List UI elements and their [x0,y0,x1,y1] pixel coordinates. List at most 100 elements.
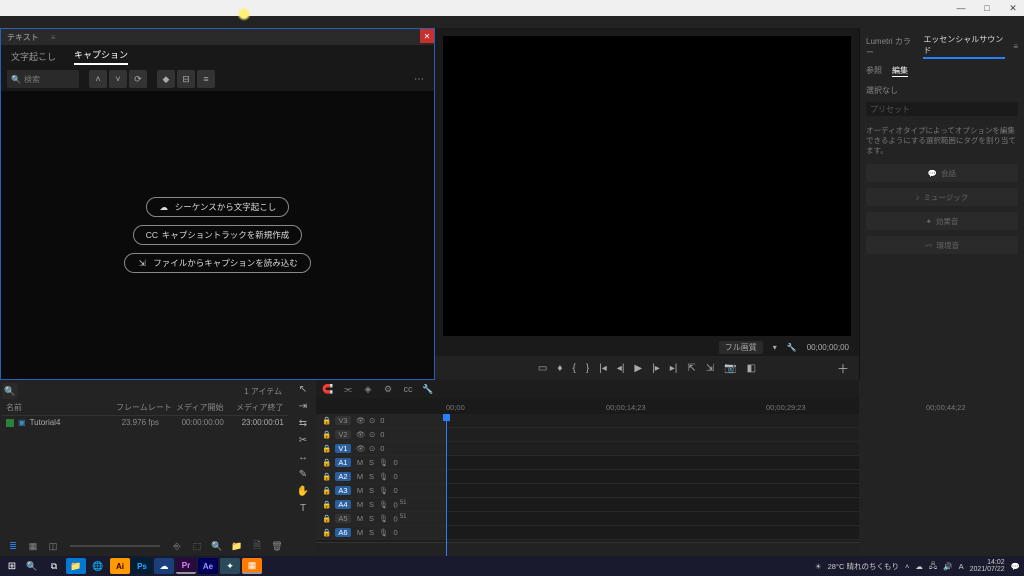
panel-menu-icon[interactable]: ≡ [1013,42,1018,51]
icon-view-icon[interactable]: ▦ [26,540,40,552]
eye-icon[interactable]: 👁 [356,416,364,425]
preset-select[interactable]: プリセット [866,102,1018,116]
goto-in-icon[interactable]: |◂ [599,363,607,374]
subtab-edit[interactable]: 編集 [892,65,908,77]
panel-menu-icon[interactable]: ≡ [51,33,56,42]
task-view-icon[interactable]: ⧉ [44,558,64,574]
marker-icon[interactable]: ▭ [538,363,547,374]
wrench-icon[interactable]: 🔧 [787,343,797,352]
maximize-button[interactable]: □ [980,2,994,14]
zoom-slider[interactable] [70,545,160,547]
track-v2[interactable]: 🔒V2👁⊙0 [316,428,859,442]
slip-tool-icon[interactable]: ↔ [298,452,308,463]
music-button[interactable]: ♪ミュージック [866,188,1018,206]
compare-icon[interactable]: ◧ [747,363,756,374]
snap-icon[interactable]: 🧲 [322,384,334,395]
track-a6[interactable]: 🔒A6MS🎙0 [316,526,859,540]
pen-tool-icon[interactable]: ✎ [299,469,307,480]
extract-icon[interactable]: ⇲ [706,363,714,374]
program-timecode[interactable]: 00;00;00;00 [807,343,849,352]
chrome-icon[interactable]: 🌐 [88,558,108,574]
step-fwd-icon[interactable]: |▸ [652,363,660,374]
sync-icon[interactable]: ⊙ [369,416,375,425]
auto-sequence-icon[interactable]: ⬚ [190,540,204,552]
lock-icon[interactable]: 🔒 [322,416,330,425]
clock[interactable]: 14:02 2021/07/22 [970,559,1005,573]
out-point-icon[interactable]: } [586,363,589,374]
weather-icon[interactable]: ☀ [815,562,822,571]
type-tool-icon[interactable]: T [300,503,306,514]
new-caption-track-button[interactable]: CC キャプショントラックを新規作成 [133,225,303,245]
cloud-sync-icon[interactable]: ☁ [915,562,923,571]
trash-icon[interactable]: 🗑 [270,540,284,552]
photoshop-icon[interactable]: Ps [132,558,152,574]
minimize-button[interactable]: — [954,2,968,14]
app-icon[interactable]: ✦ [220,558,240,574]
creative-cloud-icon[interactable]: ☁ [154,558,174,574]
app-menubar[interactable] [0,16,1024,28]
add-marker-icon[interactable]: ♦ [557,363,562,374]
volume-icon[interactable]: 🔊 [943,562,952,571]
transcribe-sequence-button[interactable]: ☁ シーケンスから文字起こし [146,197,290,217]
refresh-button[interactable]: ⟳ [129,70,147,88]
close-button[interactable]: ✕ [1006,2,1020,14]
more-options-button[interactable]: ⋯ [410,74,428,85]
playhead[interactable] [446,414,447,574]
illustrator-icon[interactable]: Ai [110,558,130,574]
subtab-browse[interactable]: 参照 [866,65,882,77]
export-frame-icon[interactable]: 📷 [724,363,736,374]
panel-close-button[interactable]: ✕ [420,29,434,43]
track-a1[interactable]: 🔒A1MS🎙0 [316,456,859,470]
play-icon[interactable]: ▶ [634,363,642,374]
prev-button[interactable]: ˄ [89,70,107,88]
selection-tool-icon[interactable]: ↖ [299,384,307,395]
time-ruler[interactable]: 00;00 00;00;14;23 00;00;29;23 00;00;44;2… [316,398,859,414]
ime-icon[interactable]: A [959,562,964,571]
tab-transcribe[interactable]: 文字起こし [11,50,56,63]
lift-icon[interactable]: ⇱ [687,363,695,374]
app-icon-2[interactable]: ▦ [242,558,262,574]
new-bin-icon[interactable]: 📁 [230,540,244,552]
tab-essential-sound[interactable]: エッセンシャルサウンド [923,34,1005,59]
marker-icon[interactable]: ◈ [362,384,374,395]
display-quality-select[interactable]: フル画質 [719,341,763,354]
find-icon[interactable]: 🔍 [210,540,224,552]
timeline-scrollbar[interactable] [316,542,859,556]
button-editor-icon[interactable]: ＋ [837,360,849,377]
list-view-icon[interactable]: ≣ [6,540,20,552]
track-select-tool-icon[interactable]: ⇥ [299,401,307,412]
new-item-icon[interactable]: 🗎 [250,540,264,552]
add-caption-button[interactable]: ◆ [157,70,175,88]
ripple-tool-icon[interactable]: ⇆ [299,418,307,429]
program-view[interactable] [443,36,851,336]
cc-icon[interactable]: cc [402,384,414,394]
start-button[interactable]: ⊞ [4,558,20,574]
chevron-up-icon[interactable]: ˄ [905,562,909,571]
linked-icon[interactable]: ⫘ [342,384,354,395]
razor-tool-icon[interactable]: ✂ [299,435,307,446]
search-icon[interactable]: 🔍 [2,383,18,399]
premiere-icon[interactable]: Pr [176,558,196,574]
ambience-button[interactable]: 〰環境音 [866,236,1018,254]
sort-icon[interactable]: ⎆ [170,540,184,552]
track-a4[interactable]: 🔒A4MS🎙0 51 [316,498,859,512]
search-taskbar-icon[interactable]: 🔍 [22,558,42,574]
next-button[interactable]: ˅ [109,70,127,88]
project-item[interactable]: ▣ Tutorial4 23.976 fps 00:00:00:00 23:00… [2,416,288,429]
track-a5[interactable]: 🔒A5MS🎙0 51 [316,512,859,526]
track-v1[interactable]: 🔒V1👁⊙0 [316,442,859,456]
wrench-icon[interactable]: 🔧 [422,384,434,395]
mic-icon[interactable]: 🎙 [379,458,389,467]
aftereffects-icon[interactable]: Ae [198,558,218,574]
hand-tool-icon[interactable]: ✋ [297,486,309,497]
network-icon[interactable]: 🖧 [929,560,937,573]
explorer-icon[interactable]: 📁 [66,558,86,574]
dialogue-button[interactable]: 💬会話 [866,164,1018,182]
track-a3[interactable]: 🔒A3MS🎙0 [316,484,859,498]
tab-caption[interactable]: キャプション [74,48,128,65]
tab-lumetri[interactable]: Lumetri カラー [866,36,915,58]
in-point-icon[interactable]: { [572,363,575,374]
track-a2[interactable]: 🔒A2MS🎙0 [316,470,859,484]
import-caption-button[interactable]: ⇲ ファイルからキャプションを読み込む [124,253,311,273]
step-back-icon[interactable]: ◂| [617,363,625,374]
